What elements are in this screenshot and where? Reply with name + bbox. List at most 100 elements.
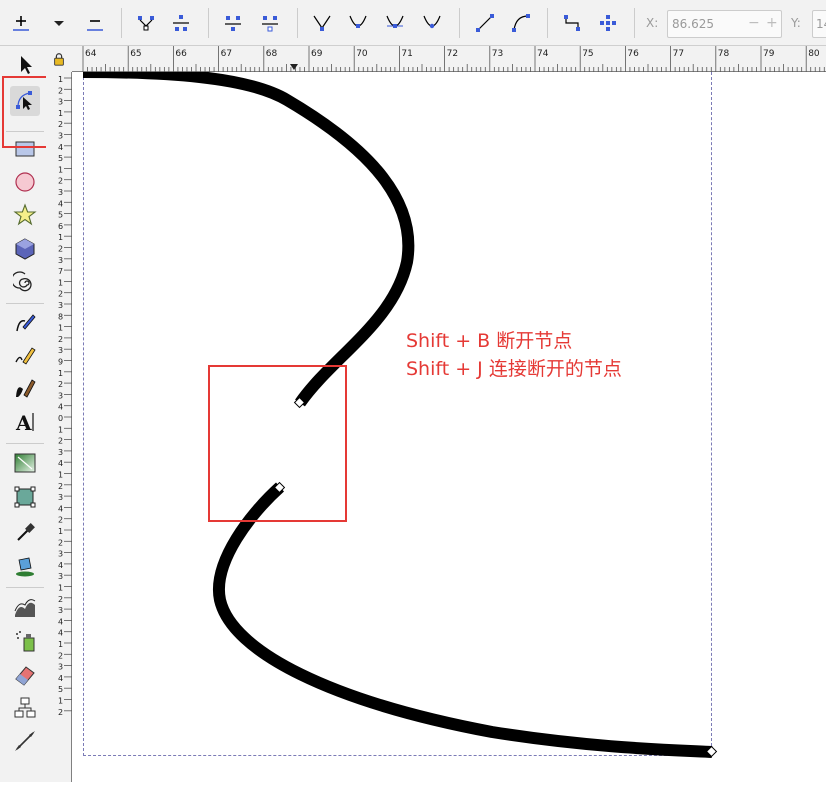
mesh-icon (14, 486, 36, 508)
ruler-label: 2 (58, 380, 63, 389)
ruler-label: 1 (58, 527, 63, 536)
vertical-ruler-ticks: 1 2 3 1 2 3 4 5 1 2 3 4 5 6 1 2 3 7 1 2 3 8 1 2 3 9 1 2 3 4 0 1 2 3 4 1 2 3 4 2… (58, 75, 72, 717)
segment-curve-icon (512, 14, 530, 32)
tweak-tool[interactable] (10, 592, 40, 622)
upper-path-segment[interactable] (82, 72, 415, 407)
horizontal-ruler-ticks: 64 65 66 67 68 69 70 71 72 73 74 75 76 77 78 79 80 (82, 46, 825, 72)
join-nodes-icon (138, 16, 154, 31)
ruler-label: 1 (58, 369, 63, 378)
ruler-label: 79 (763, 49, 775, 59)
ruler-label: 1 (58, 75, 63, 84)
ruler-label: 3 (58, 132, 63, 141)
ellipse-tool[interactable] (10, 167, 40, 197)
lock-icon (54, 53, 64, 66)
ruler-label: 9 (58, 358, 63, 367)
ruler-corner-lock[interactable] (46, 46, 72, 72)
ruler-label: 2 (58, 437, 63, 446)
segment-line-button[interactable] (472, 9, 498, 37)
broken-nodes-highlight (208, 365, 347, 522)
gradient-icon (14, 453, 36, 473)
ruler-label: 64 (85, 49, 97, 59)
pencil-icon (15, 347, 36, 365)
node-symmetric-button[interactable] (382, 9, 408, 37)
ruler-label: 76 (627, 49, 639, 59)
drawing-canvas[interactable]: Shift + B 断开节点 Shift + J 连接断开的节点 (72, 72, 826, 782)
ruler-label: 3 (58, 391, 63, 400)
ruler-label: 7 (58, 267, 63, 276)
connector-icon (14, 697, 36, 718)
join-segment-button[interactable] (220, 9, 246, 37)
join-nodes-button[interactable] (133, 9, 159, 37)
ruler-label: 2 (58, 538, 63, 547)
delete-node-icon (87, 20, 103, 31)
star-tool[interactable] (10, 200, 40, 230)
calligraphy-tool[interactable] (10, 374, 40, 404)
measure-tool[interactable] (10, 726, 40, 756)
x-coordinate-field[interactable]: 86.625 − + (667, 10, 782, 38)
insert-dropdown-button[interactable] (46, 9, 72, 37)
ruler-label: 5 (58, 154, 63, 163)
break-path-icon (173, 15, 189, 31)
y-coordinate-field[interactable]: 14 (812, 10, 826, 38)
3dbox-tool[interactable] (10, 234, 40, 264)
spiral-tool[interactable] (10, 268, 40, 298)
ruler-label: 3 (58, 98, 63, 107)
path-drawing (82, 72, 718, 758)
text-icon: A (15, 411, 34, 434)
node-auto-button[interactable] (419, 9, 445, 37)
eraser-tool[interactable] (10, 660, 40, 690)
ruler-label: 0 (58, 414, 63, 423)
object-to-path-button[interactable] (559, 9, 585, 37)
paint-bucket-icon (16, 557, 34, 577)
ruler-label: 4 (58, 143, 63, 152)
stroke-to-path-button[interactable] (595, 9, 621, 37)
gradient-tool[interactable] (10, 448, 40, 478)
ruler-label: 2 (58, 595, 63, 604)
ruler-label: 3 (58, 606, 63, 615)
ruler-label: 2 (58, 86, 63, 95)
delete-node-button[interactable] (82, 9, 108, 37)
arrow-pointer-icon (21, 56, 32, 74)
mesh-tool[interactable] (10, 482, 40, 512)
paint-bucket-tool[interactable] (10, 551, 40, 581)
insert-node-button[interactable] (8, 9, 34, 37)
lower-path-segment[interactable] (212, 482, 713, 758)
ruler-label: 4 (58, 674, 63, 683)
ruler-label: 4 (58, 561, 63, 570)
ruler-label: 4 (58, 459, 63, 468)
insert-node-icon (13, 16, 29, 31)
x-decrement-button[interactable]: − (748, 15, 760, 31)
pen-tool[interactable] (10, 308, 40, 338)
connector-tool[interactable] (10, 693, 40, 723)
ruler-label: 8 (58, 312, 63, 321)
x-increment-button[interactable]: + (766, 15, 778, 31)
segment-curve-button[interactable] (508, 9, 534, 37)
node-smooth-icon (349, 15, 367, 28)
toolbox: A (0, 46, 46, 782)
dropper-tool[interactable] (10, 518, 40, 548)
pencil-tool[interactable] (10, 341, 40, 371)
delete-segment-button[interactable] (257, 9, 283, 37)
ruler-label: 75 (582, 49, 593, 59)
object-to-path-icon (564, 15, 580, 31)
ruler-label: 73 (492, 49, 503, 59)
node-smooth-button[interactable] (345, 9, 371, 37)
x-label: X: (646, 16, 659, 30)
node-symmetric-icon (386, 15, 404, 28)
eraser-icon (15, 666, 35, 686)
break-path-button[interactable] (168, 9, 194, 37)
shortcut-note-break: Shift + B 断开节点 (406, 330, 573, 352)
node-cusp-button[interactable] (309, 9, 335, 37)
spray-icon (16, 631, 35, 652)
ruler-label: 2 (58, 516, 63, 525)
text-tool[interactable]: A (10, 407, 40, 437)
vertical-ruler: 1 2 3 1 2 3 4 5 1 2 3 4 5 6 1 2 3 7 1 2 3 8 1 2 3 9 1 2 3 4 0 1 2 3 4 1 2 3 4 2… (46, 72, 72, 782)
join-segment-icon (225, 16, 241, 31)
ruler-label: 71 (401, 49, 412, 59)
ruler-label: 2 (58, 120, 63, 129)
spray-tool[interactable] (10, 626, 40, 656)
ruler-label: 69 (311, 49, 323, 59)
pen-icon (16, 314, 36, 332)
ruler-label: 1 (58, 109, 63, 118)
ruler-label: 1 (58, 697, 63, 706)
